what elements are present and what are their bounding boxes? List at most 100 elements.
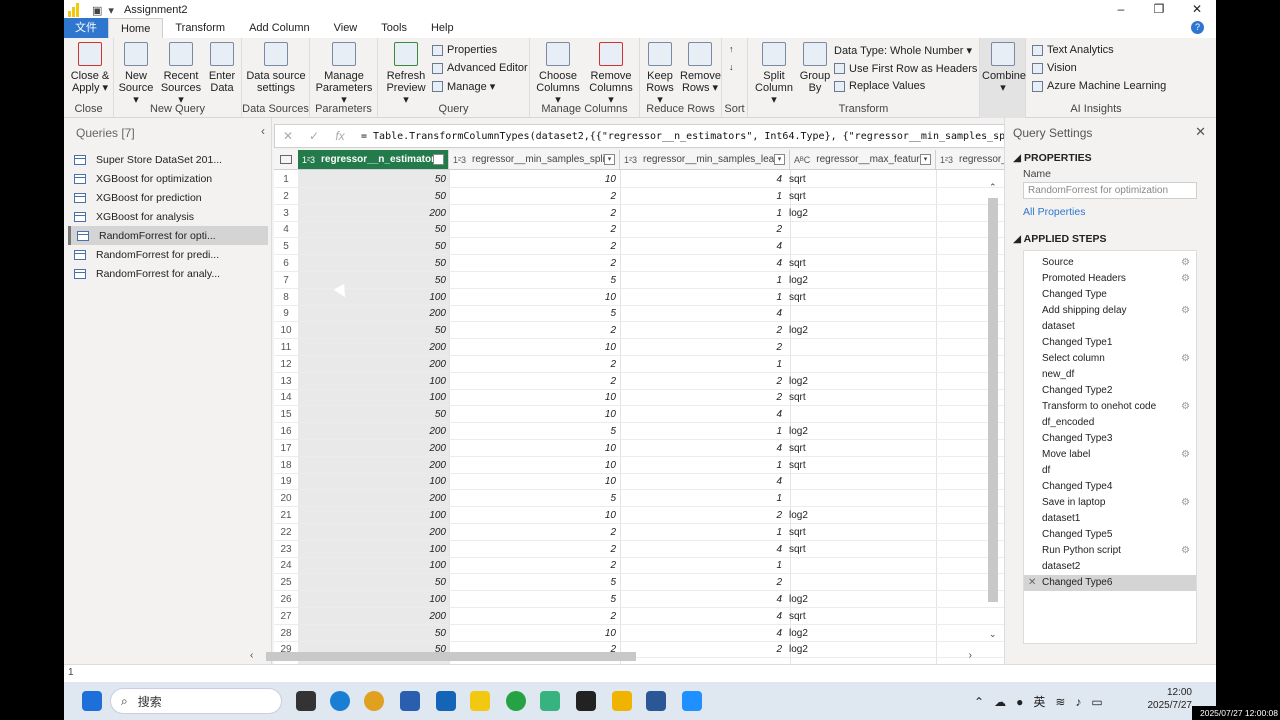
tab-add-column[interactable]: Add Column xyxy=(237,18,322,38)
table-row[interactable]: 13 100 2 2 log2 xyxy=(274,373,1050,390)
cell-min-samples-leaf[interactable]: 1 xyxy=(620,359,784,370)
cell-min-samples-split[interactable]: 2 xyxy=(450,376,618,387)
horizontal-scrollbar[interactable]: ‹ › xyxy=(248,650,988,664)
cell-n-estimators[interactable]: 100 xyxy=(298,544,448,555)
table-row[interactable]: 20 200 5 1 xyxy=(274,490,1050,508)
horizontal-scroll-thumb[interactable] xyxy=(266,652,636,661)
remove-columns-button[interactable]: Remove Columns ▾ xyxy=(586,42,636,106)
table-row[interactable]: 18 200 10 1 sqrt xyxy=(274,457,1050,474)
cell-n-estimators[interactable]: 200 xyxy=(298,460,448,471)
query-item[interactable]: XGBoost for analysis xyxy=(68,207,268,226)
cell-min-samples-split[interactable]: 2 xyxy=(450,241,618,252)
close-apply-button[interactable]: Close & Apply ▾ xyxy=(68,42,112,94)
applied-step[interactable]: Changed Type2 xyxy=(1024,383,1196,399)
cell-min-samples-split[interactable]: 10 xyxy=(450,510,618,521)
row-number[interactable]: 16 xyxy=(274,426,298,437)
cell-max-features[interactable]: sqrt xyxy=(789,174,929,185)
cell-min-samples-split[interactable]: 2 xyxy=(450,224,618,235)
cell-n-estimators[interactable]: 200 xyxy=(298,308,448,319)
step-settings-gear-icon[interactable]: ⚙ xyxy=(1181,351,1190,367)
keep-rows-button[interactable]: Keep Rows ▾ xyxy=(642,42,678,106)
cell-max-features[interactable]: sqrt xyxy=(789,191,929,202)
cell-min-samples-leaf[interactable]: 4 xyxy=(620,258,784,269)
vertical-scrollbar[interactable]: ⌃ ⌄ xyxy=(986,182,1000,640)
row-number[interactable]: 24 xyxy=(274,560,298,571)
table-row[interactable]: 24 100 2 1 xyxy=(274,557,1050,575)
group-by-button[interactable]: Group By xyxy=(798,42,832,94)
cell-max-features[interactable]: log2 xyxy=(789,594,929,605)
commit-formula-icon[interactable]: ✓ xyxy=(301,129,327,143)
table-row[interactable]: 3 200 2 1 log2 xyxy=(274,205,1050,222)
column-header[interactable]: 1²3 regressor__n_estimators ▾ xyxy=(298,150,449,170)
cell-min-samples-split[interactable]: 10 xyxy=(450,392,618,403)
cell-min-samples-leaf[interactable]: 4 xyxy=(620,174,784,185)
cell-n-estimators[interactable]: 200 xyxy=(298,527,448,538)
table-row[interactable]: 27 200 2 4 sqrt xyxy=(274,608,1050,625)
cell-min-samples-split[interactable]: 5 xyxy=(450,493,618,504)
cell-min-samples-leaf[interactable]: 4 xyxy=(620,409,784,420)
cell-min-samples-split[interactable]: 2 xyxy=(450,359,618,370)
row-number[interactable]: 11 xyxy=(274,342,298,353)
wifi-icon[interactable]: ≋ xyxy=(1055,695,1075,709)
cell-n-estimators[interactable]: 200 xyxy=(298,611,448,622)
text-analytics-button[interactable]: Text Analytics xyxy=(1032,44,1114,56)
cell-min-samples-leaf[interactable]: 2 xyxy=(620,577,784,588)
row-number[interactable]: 15 xyxy=(274,409,298,420)
table-row[interactable]: 19 100 10 4 xyxy=(274,473,1050,491)
scroll-right-icon[interactable]: › xyxy=(969,650,972,661)
customize-quick-access-icon[interactable]: ▾ xyxy=(108,4,114,17)
table-row[interactable]: 1 50 10 4 sqrt xyxy=(274,171,1050,188)
table-row[interactable]: 23 100 2 4 sqrt xyxy=(274,541,1050,558)
formula-input[interactable]: = Table.TransformColumnTypes(dataset2,{{… xyxy=(361,131,1021,142)
row-number[interactable]: 5 xyxy=(274,241,298,252)
cell-min-samples-leaf[interactable]: 1 xyxy=(620,560,784,571)
taskbar-search[interactable]: ⌕ 搜索 xyxy=(110,688,282,714)
table-row[interactable]: 21 100 10 2 log2 xyxy=(274,507,1050,524)
step-settings-gear-icon[interactable]: ⚙ xyxy=(1181,271,1190,287)
table-row[interactable]: 17 200 10 4 sqrt xyxy=(274,440,1050,457)
cell-min-samples-split[interactable]: 2 xyxy=(450,544,618,555)
use-first-row-headers-button[interactable]: Use First Row as Headers ▾ xyxy=(834,62,986,75)
cell-min-samples-split[interactable]: 2 xyxy=(450,560,618,571)
cell-min-samples-leaf[interactable]: 4 xyxy=(620,544,784,555)
microphone-icon[interactable]: ● xyxy=(1016,695,1033,709)
row-number[interactable]: 4 xyxy=(274,224,298,235)
data-source-settings-button[interactable]: Data source settings xyxy=(244,42,308,94)
cell-min-samples-leaf[interactable]: 4 xyxy=(620,628,784,639)
scroll-left-icon[interactable]: ‹ xyxy=(250,650,253,661)
column-filter-icon[interactable]: ▾ xyxy=(604,154,615,165)
cell-min-samples-split[interactable]: 10 xyxy=(450,443,618,454)
cell-min-samples-leaf[interactable]: 2 xyxy=(620,342,784,353)
cell-max-features[interactable]: sqrt xyxy=(789,527,929,538)
column-filter-icon[interactable]: ▾ xyxy=(774,154,785,165)
step-settings-gear-icon[interactable]: ⚙ xyxy=(1181,447,1190,463)
tab-file[interactable]: 文件 xyxy=(64,18,108,38)
row-number[interactable]: 7 xyxy=(274,275,298,286)
collapse-queries-icon[interactable]: ‹ xyxy=(261,124,265,138)
cell-n-estimators[interactable]: 50 xyxy=(298,174,448,185)
advanced-editor-button[interactable]: Advanced Editor xyxy=(432,62,528,74)
cell-min-samples-split[interactable]: 10 xyxy=(450,342,618,353)
replace-values-button[interactable]: Replace Values xyxy=(834,80,925,92)
row-number[interactable]: 2 xyxy=(274,191,298,202)
outlook-icon[interactable] xyxy=(436,691,456,711)
row-number[interactable]: 26 xyxy=(274,594,298,605)
cell-max-features[interactable]: log2 xyxy=(789,208,929,219)
row-number[interactable]: 21 xyxy=(274,510,298,521)
cell-n-estimators[interactable]: 100 xyxy=(298,510,448,521)
all-properties-link[interactable]: All Properties xyxy=(1023,206,1085,218)
edge-icon[interactable] xyxy=(330,691,350,711)
cell-min-samples-split[interactable]: 2 xyxy=(450,611,618,622)
vertical-scroll-thumb[interactable] xyxy=(988,198,998,602)
tab-view[interactable]: View xyxy=(322,18,370,38)
onedrive-icon[interactable]: ☁ xyxy=(994,695,1016,709)
power-bi-taskbar-icon[interactable] xyxy=(470,691,490,711)
cell-min-samples-leaf[interactable]: 4 xyxy=(620,308,784,319)
applied-step[interactable]: Changed Type xyxy=(1024,287,1196,303)
applied-step[interactable]: Run Python script ⚙ xyxy=(1024,543,1196,559)
cell-min-samples-leaf[interactable]: 1 xyxy=(620,275,784,286)
table-row[interactable]: 2 50 2 1 sqrt xyxy=(274,188,1050,205)
cell-min-samples-split[interactable]: 10 xyxy=(450,460,618,471)
cell-min-samples-split[interactable]: 2 xyxy=(450,191,618,202)
table-row[interactable]: 16 200 5 1 log2 xyxy=(274,423,1050,440)
